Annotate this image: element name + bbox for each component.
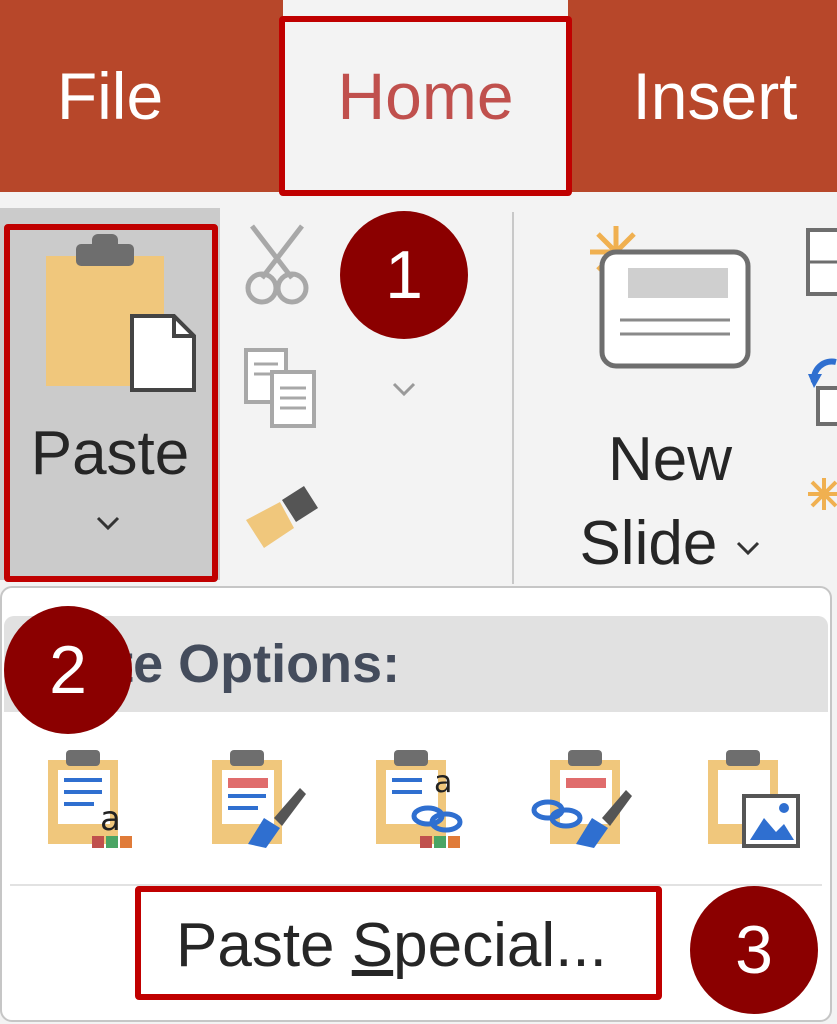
highlight-paste-special — [135, 886, 662, 1000]
highlight-home-tab — [279, 16, 572, 196]
svg-text:a: a — [434, 765, 452, 800]
keep-source-formatting-icon[interactable] — [208, 748, 308, 852]
copy-icon[interactable] — [242, 346, 322, 430]
tab-insert[interactable]: Insert — [610, 0, 820, 192]
reset-icon[interactable] — [806, 352, 837, 426]
new-slide-label-line1: New — [607, 425, 733, 494]
new-slide-chevron-icon[interactable] — [735, 538, 761, 558]
use-destination-theme-icon[interactable]: a — [44, 748, 144, 852]
step-badge-1: 1 — [340, 211, 468, 339]
new-slide-button[interactable]: New Slide — [560, 418, 780, 586]
cut-icon[interactable] — [240, 224, 314, 306]
new-slide-label-text: Slide — [579, 509, 718, 578]
new-slide-icon[interactable] — [584, 222, 754, 372]
layout-icon[interactable] — [806, 228, 837, 298]
tab-file[interactable]: File — [20, 0, 200, 192]
step-badge-3: 3 — [690, 886, 818, 1014]
svg-text:a: a — [100, 799, 121, 839]
step-badge-2: 2 — [4, 606, 132, 734]
format-painter-icon[interactable] — [246, 480, 326, 550]
link-keep-formatting-icon[interactable] — [530, 748, 634, 852]
group-divider — [512, 212, 514, 584]
section-icon[interactable] — [808, 478, 837, 510]
picture-icon[interactable] — [704, 748, 804, 852]
embed-icon[interactable]: a — [372, 748, 472, 852]
highlight-paste-button — [4, 224, 218, 582]
copy-dropdown-chevron-icon[interactable] — [390, 380, 420, 400]
new-slide-label-line2: Slide — [560, 502, 780, 586]
